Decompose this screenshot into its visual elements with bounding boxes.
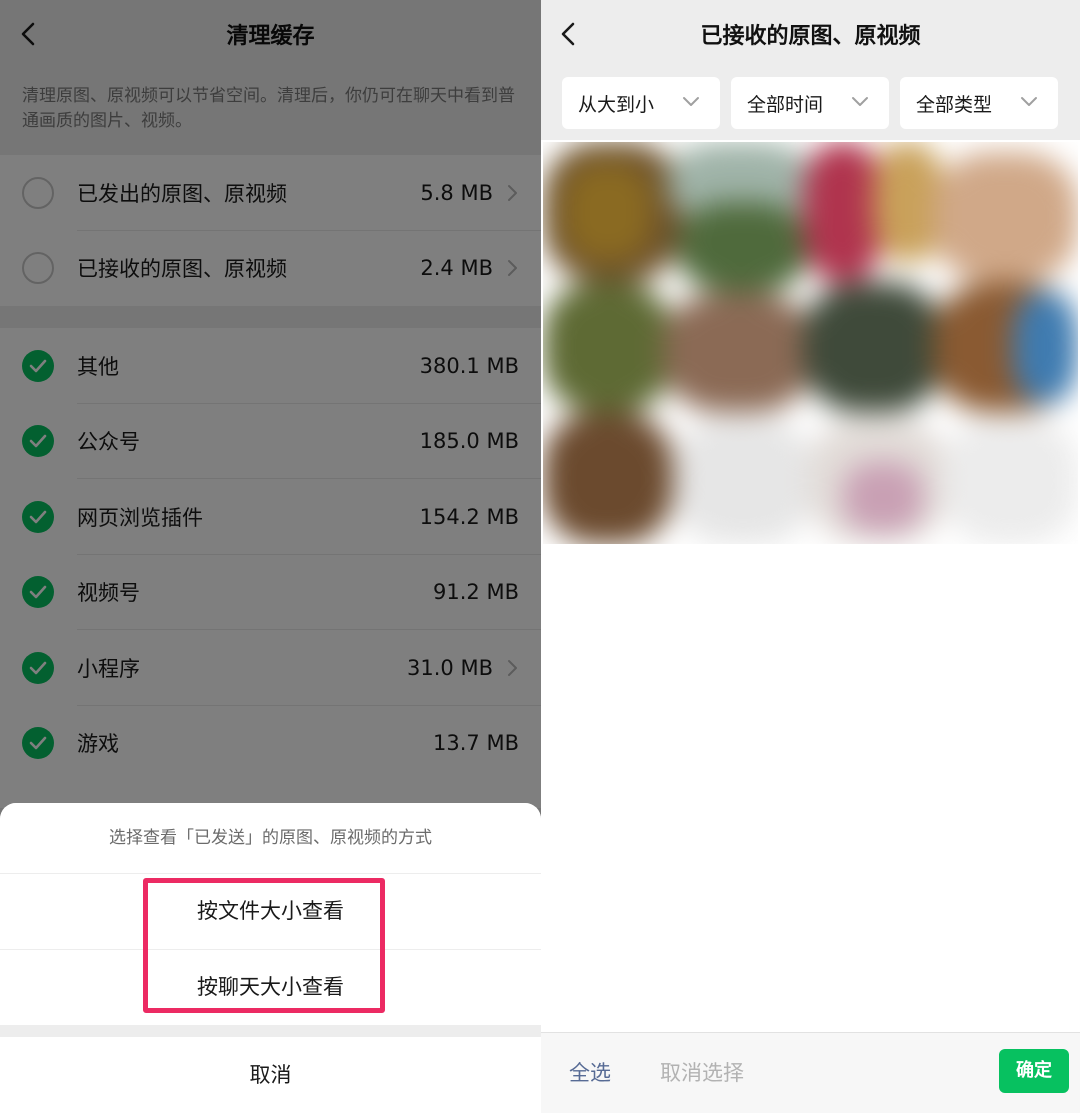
right-header: 已接收的原图、原视频 从大到小 全部时间 全部类型	[541, 0, 1080, 140]
select-all-button[interactable]: 全选	[569, 1057, 611, 1087]
page-title: 已接收的原图、原视频	[700, 24, 921, 49]
media-thumbnail-grid	[543, 142, 1078, 544]
selection-toolbar: 全选 取消选择 确定	[541, 1032, 1080, 1113]
media-type-label: 全部类型	[916, 94, 993, 116]
chevron-down-icon	[852, 97, 868, 106]
sort-order-dropdown[interactable]: 从大到小	[562, 77, 720, 129]
blurred-thumbnails-overlay	[543, 142, 1078, 544]
chevron-down-icon	[1021, 97, 1037, 106]
sort-order-label: 从大到小	[578, 94, 655, 116]
time-range-label: 全部时间	[747, 94, 824, 116]
confirm-button[interactable]: 确定	[999, 1049, 1069, 1093]
deselect-button[interactable]: 取消选择	[660, 1057, 744, 1087]
time-range-dropdown[interactable]: 全部时间	[731, 77, 889, 129]
chevron-down-icon	[683, 97, 699, 106]
received-originals-screen: 已接收的原图、原视频 从大到小 全部时间 全部类型 全选 取消选择 确定	[541, 0, 1080, 1113]
action-sheet-cancel-button[interactable]: 取消	[0, 1037, 541, 1113]
clear-cache-screen: 清理缓存 清理原图、原视频可以节省空间。清理后，你仍可在聊天中看到普通画质的图片…	[0, 0, 541, 1113]
media-type-dropdown[interactable]: 全部类型	[900, 77, 1058, 129]
action-sheet-title: 选择查看「已发送」的原图、原视频的方式	[0, 803, 541, 873]
highlight-annotation-box	[143, 878, 385, 1013]
